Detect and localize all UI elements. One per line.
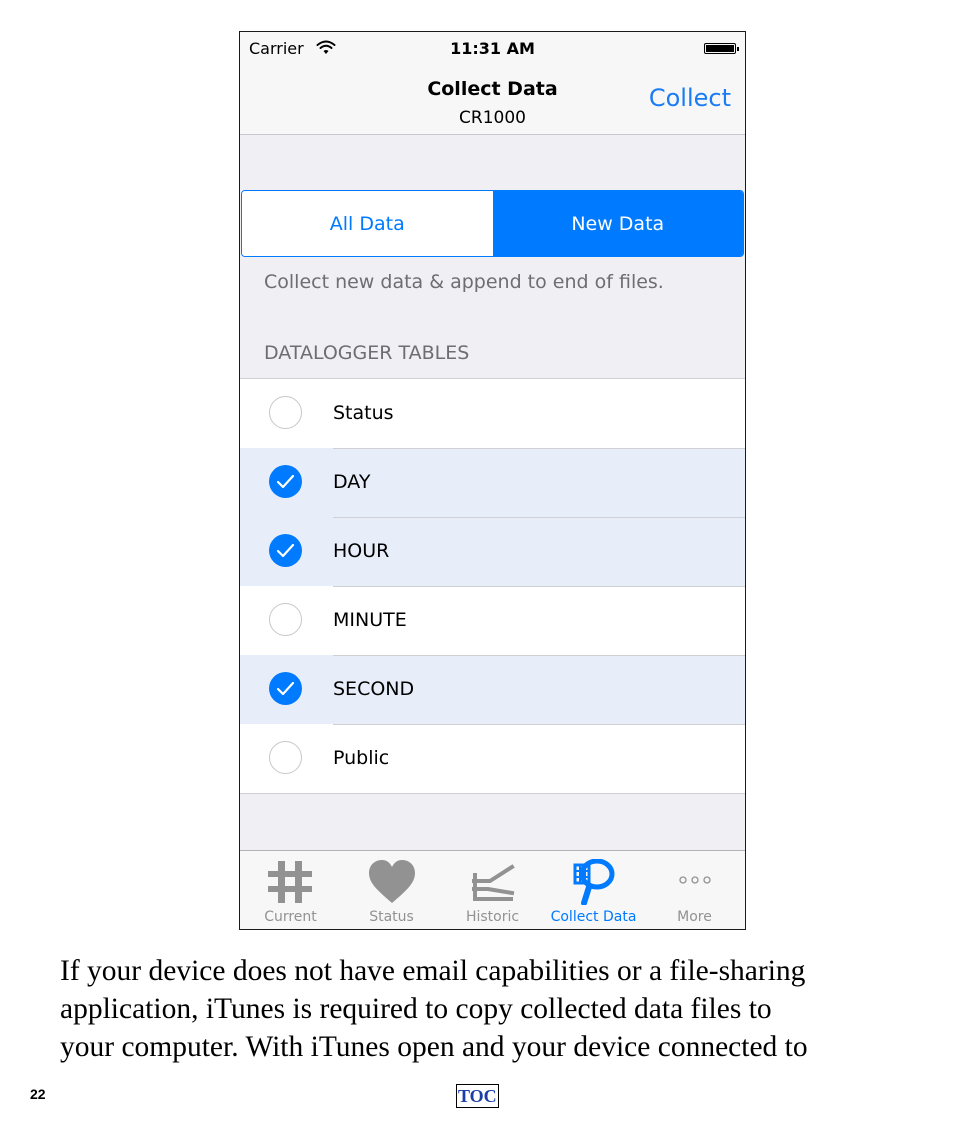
tab-collect-data[interactable]: Collect Data: [543, 851, 644, 929]
table-row[interactable]: DAY: [240, 448, 745, 517]
paragraph-line: application, iTunes is required to copy …: [60, 993, 772, 1025]
segment-new-data[interactable]: New Data: [492, 191, 743, 256]
table-row-label: DAY: [333, 471, 371, 493]
tab-label: Status: [369, 909, 414, 925]
table-row[interactable]: MINUTE: [240, 586, 745, 655]
more-icon: [670, 859, 720, 910]
navigation-bar: Collect Data CR1000 Collect: [240, 68, 745, 135]
checkmark-circle-icon[interactable]: [269, 672, 302, 705]
battery-icon: [704, 43, 739, 54]
tab-more[interactable]: More: [644, 851, 745, 929]
tab-current[interactable]: Current: [240, 851, 341, 929]
empty-circle-icon[interactable]: [269, 741, 302, 774]
clock: 11:31 AM: [450, 39, 535, 58]
tab-bar: Current Status Historic Collect Data Mor…: [240, 850, 745, 929]
checkmark-circle-icon[interactable]: [269, 465, 302, 498]
toc-link[interactable]: TOC: [456, 1084, 499, 1108]
hash-icon: [266, 859, 316, 910]
table-row-label: HOUR: [333, 540, 390, 562]
page-number: 22: [30, 1086, 46, 1102]
tab-label: Collect Data: [550, 909, 637, 925]
body-paragraph: If your device does not have email capab…: [60, 952, 920, 1066]
table-row-label: Public: [333, 747, 390, 769]
empty-circle-icon[interactable]: [269, 603, 302, 636]
segment-all-data[interactable]: All Data: [242, 191, 493, 256]
table-row[interactable]: Status: [240, 379, 745, 448]
datalogger-tables-list: Status DAY HOUR MINUTE SECOND Public: [240, 378, 745, 794]
mode-description: Collect new data & append to end of file…: [264, 271, 664, 293]
collection-mode-segmented-control: All Data New Data: [241, 190, 744, 257]
paragraph-line: your computer. With iTunes open and your…: [60, 1031, 808, 1063]
collect-button[interactable]: Collect: [649, 84, 731, 112]
table-row[interactable]: HOUR: [240, 517, 745, 586]
table-row-label: Status: [333, 402, 394, 424]
tab-label: Historic: [465, 909, 520, 925]
tab-label: More: [677, 909, 712, 925]
section-header: DATALOGGER TABLES: [264, 342, 470, 364]
phone-screenshot: Carrier 11:31 AM Collect Data CR1000 Col…: [239, 31, 746, 930]
table-row-label: SECOND: [333, 678, 415, 700]
collect-net-icon: [569, 858, 619, 910]
tab-status[interactable]: Status: [341, 851, 442, 929]
heart-icon: [367, 859, 417, 910]
table-row-label: MINUTE: [333, 609, 407, 631]
tab-label: Current: [264, 909, 317, 925]
checkmark-circle-icon[interactable]: [269, 534, 302, 567]
tab-historic[interactable]: Historic: [442, 851, 543, 929]
table-row[interactable]: SECOND: [240, 655, 745, 724]
paragraph-line: If your device does not have email capab…: [60, 955, 806, 987]
status-bar: Carrier 11:31 AM: [240, 32, 745, 68]
historic-icon: [468, 859, 518, 910]
table-row[interactable]: Public: [240, 724, 745, 793]
empty-circle-icon[interactable]: [269, 396, 302, 429]
